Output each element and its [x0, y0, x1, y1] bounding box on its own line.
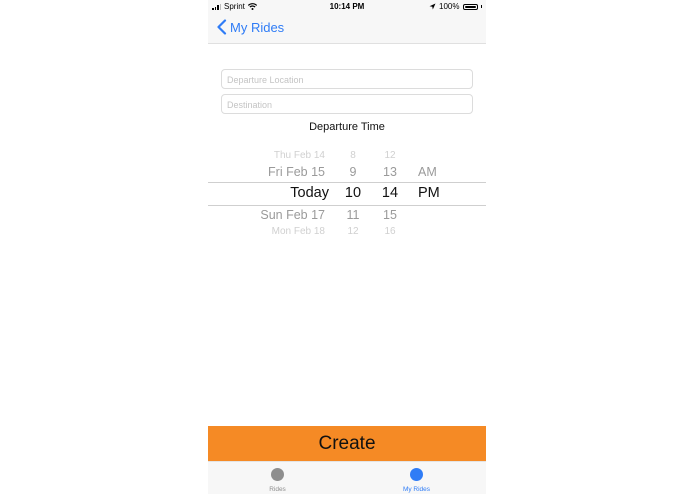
- picker-minute-option[interactable]: 15: [380, 208, 400, 222]
- status-bar: Sprint 10:14 PM 100%: [208, 0, 486, 13]
- destination-field[interactable]: [221, 94, 473, 114]
- picker-day-option[interactable]: Sun Feb 17: [260, 208, 325, 222]
- picker-day-option[interactable]: Mon Feb 18: [272, 226, 325, 237]
- phone-screen: Sprint 10:14 PM 100% My Rides Departure …: [208, 0, 486, 494]
- picker-minute-option[interactable]: 12: [380, 150, 400, 161]
- back-button-label: My Rides: [230, 19, 285, 35]
- tab-rides-label: Rides: [269, 486, 286, 493]
- departure-time-label: Departure Time: [309, 121, 385, 133]
- picker-period-option[interactable]: AM: [418, 165, 437, 179]
- departure-location-input[interactable]: [222, 71, 472, 89]
- back-button[interactable]: My Rides: [216, 19, 284, 35]
- circle-icon: [271, 468, 284, 481]
- navigation-bar: My Rides: [208, 13, 486, 44]
- departure-location-field[interactable]: [221, 69, 473, 89]
- circle-icon: [410, 468, 423, 481]
- battery-icon: [462, 3, 478, 10]
- status-right-group: 100%: [429, 2, 482, 11]
- create-button-label: Create: [318, 432, 376, 454]
- picker-minute-option[interactable]: 16: [380, 226, 400, 237]
- picker-hour-option[interactable]: 9: [343, 165, 363, 179]
- picker-period-selected[interactable]: PM: [418, 185, 440, 201]
- battery-percent: 100%: [439, 2, 460, 11]
- tab-my-rides[interactable]: My Rides: [347, 462, 486, 494]
- battery-tip: [480, 5, 482, 8]
- tab-bar: Rides My Rides: [208, 461, 486, 494]
- picker-day-option[interactable]: Fri Feb 15: [268, 165, 325, 179]
- picker-selection-bottom-line: [208, 205, 486, 206]
- picker-hour-option[interactable]: 11: [343, 208, 363, 222]
- destination-input[interactable]: [222, 96, 472, 114]
- tab-my-rides-label: My Rides: [402, 486, 431, 493]
- picker-minute-selected[interactable]: 14: [378, 185, 402, 201]
- location-arrow-icon: [429, 3, 436, 10]
- chevron-left-icon: [217, 19, 227, 35]
- picker-day-option[interactable]: Thu Feb 14: [274, 150, 325, 161]
- create-button[interactable]: Create: [208, 426, 486, 461]
- picker-hour-option[interactable]: 12: [343, 226, 363, 237]
- date-time-picker[interactable]: Thu Feb 14 8 12 Fri Feb 15 9 13 AM Today…: [208, 146, 486, 240]
- picker-selection-top-line: [208, 182, 486, 183]
- picker-hour-selected[interactable]: 10: [341, 185, 365, 201]
- picker-hour-option[interactable]: 8: [343, 150, 363, 161]
- picker-day-selected[interactable]: Today: [290, 185, 329, 201]
- picker-minute-option[interactable]: 13: [380, 165, 400, 179]
- tab-rides[interactable]: Rides: [208, 462, 347, 494]
